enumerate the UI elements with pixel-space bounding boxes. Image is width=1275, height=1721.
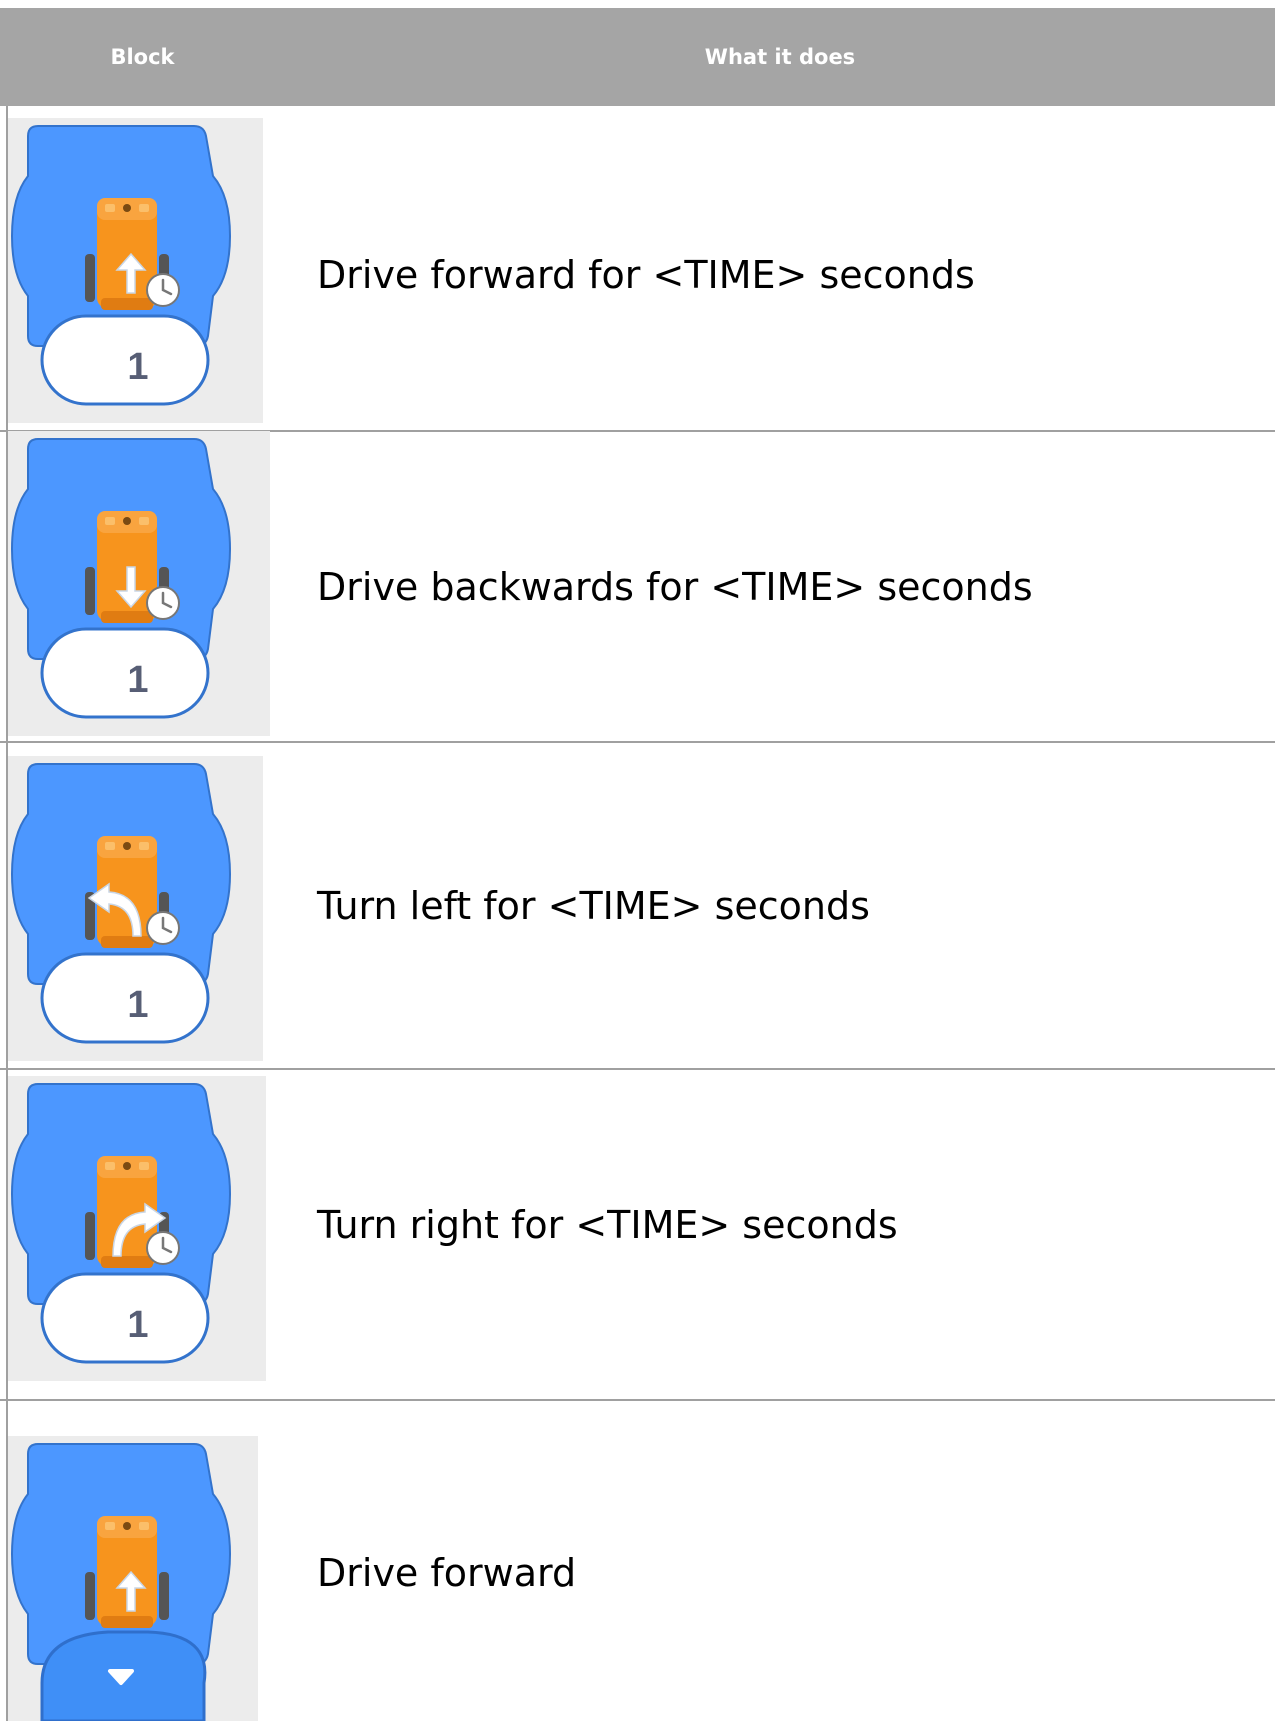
block-description: Drive backwards for <TIME> seconds <box>317 565 1033 609</box>
table-header: Block What it does <box>0 8 1275 106</box>
block-reference-table: Block What it does 1 Drive forward for <… <box>0 0 1275 1721</box>
drive-forward-block <box>11 1443 231 1721</box>
block-description: Turn right for <TIME> seconds <box>317 1203 898 1247</box>
block-tile[interactable] <box>8 1436 258 1721</box>
row-divider <box>0 741 1275 743</box>
block-value[interactable]: 1 <box>108 346 168 389</box>
block-tile[interactable]: 1 <box>8 118 263 423</box>
header-what-it-does: What it does <box>704 45 856 69</box>
block-description: Turn left for <TIME> seconds <box>317 884 870 928</box>
block-tile[interactable]: 1 <box>8 431 270 736</box>
block-tile[interactable]: 1 <box>8 1076 266 1381</box>
block-description: Drive forward <box>317 1551 577 1595</box>
block-description: Drive forward for <TIME> seconds <box>317 253 975 297</box>
block-value[interactable]: 1 <box>108 984 168 1027</box>
row-divider <box>0 1068 1275 1070</box>
block-tile[interactable]: 1 <box>8 756 263 1061</box>
block-value[interactable]: 1 <box>108 659 168 702</box>
row-divider <box>0 1399 1275 1401</box>
block-value[interactable]: 1 <box>108 1304 168 1347</box>
header-block: Block <box>110 45 175 69</box>
